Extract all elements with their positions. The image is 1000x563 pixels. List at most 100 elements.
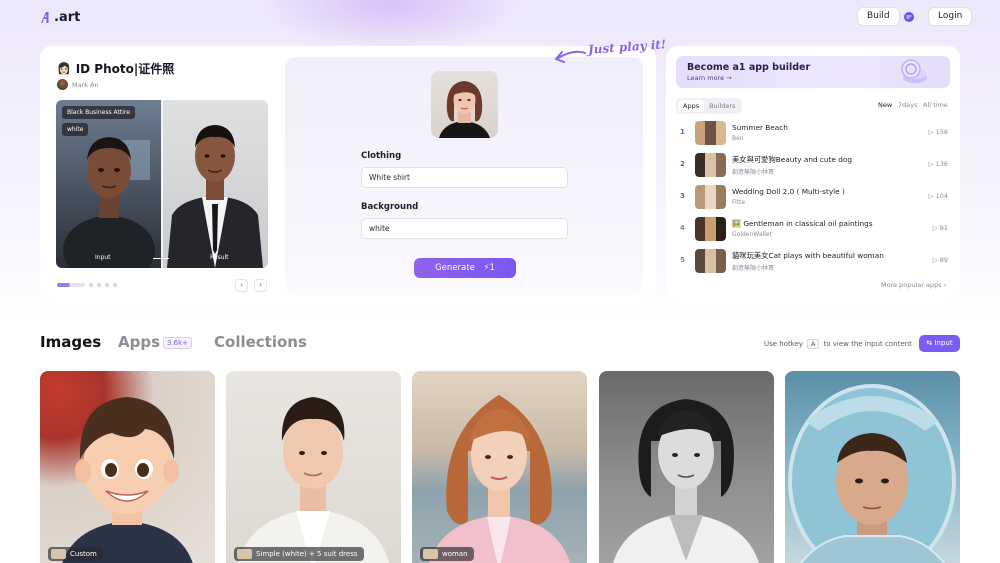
app-name: Wedding Doll 2.0 ( Multi-style ) <box>732 187 845 196</box>
run-count: ▷ 136 <box>928 160 949 168</box>
run-count: ▷ 91 <box>932 224 948 232</box>
compare-divider[interactable] <box>161 100 163 268</box>
color-tag: white <box>62 123 89 136</box>
hotkey-key: A <box>807 339 820 349</box>
login-button[interactable]: Login <box>928 7 973 26</box>
hotkey-hint: Use hotkey A to view the input content <box>764 339 912 349</box>
reference-portrait[interactable] <box>431 71 498 138</box>
rank-number: 2 <box>680 160 685 168</box>
rank-number: 3 <box>680 192 685 200</box>
carousel-dot[interactable] <box>105 283 109 287</box>
app-name: 🖼️ Gentleman in classical oil paintings <box>732 219 873 228</box>
tab-new[interactable]: New <box>878 101 892 109</box>
app-name: Summer Beach <box>732 123 788 132</box>
ranking-row[interactable]: 4 🖼️ Gentleman in classical oil painting… <box>676 216 950 244</box>
card-label: Simple (white) + 5 suit dress <box>234 547 364 561</box>
carousel-dot[interactable] <box>113 283 117 287</box>
background-label: Background <box>361 202 419 212</box>
ranking-row[interactable]: 1 Summer Beach Ben ▷ 158 <box>676 120 950 148</box>
site-logo[interactable]: .art <box>40 8 80 26</box>
astronaut-helmet-illustration <box>788 384 956 563</box>
arrow-right-icon <box>153 258 169 259</box>
author-name: Mark An <box>72 80 99 89</box>
gallery-card[interactable] <box>599 371 774 563</box>
tab-all-time[interactable]: All time <box>923 101 948 109</box>
ranking-type-tabs: Apps Builders <box>676 98 743 114</box>
author-avatar <box>57 79 68 90</box>
generate-button[interactable]: Generate ⚡1 <box>414 258 516 278</box>
app-author: Ben <box>732 135 744 142</box>
woman-portrait-illustration <box>439 81 490 138</box>
learn-more-link[interactable]: Learn more → <box>687 74 732 82</box>
carousel-dot[interactable] <box>97 283 101 287</box>
card-label: Custom <box>48 547 103 561</box>
logo-text: .art <box>54 9 81 25</box>
before-after-preview: Black Business Attire white Input Result <box>56 100 268 268</box>
app-author: GoldenWallet <box>732 231 772 238</box>
man-white-suit-illustration <box>237 397 390 563</box>
run-count: ▷ 104 <box>928 192 949 200</box>
app-name: 貓咪玩美女Cat plays with beautiful woman <box>732 251 884 260</box>
result-photo: Result <box>162 100 268 268</box>
more-popular-apps-link[interactable]: More popular apps › <box>881 281 946 289</box>
ranking-row[interactable]: 2 美女與可愛狗Beauty and cute dog 創意無限小林哥 ▷ 13… <box>676 152 950 180</box>
result-caption: Result <box>210 254 229 261</box>
boy-cartoon-illustration <box>62 397 193 563</box>
input-toggle-button[interactable]: ⇆ Input <box>919 335 960 352</box>
app-title[interactable]: 👩🏻 ID Photo|证件照 <box>57 60 174 77</box>
woman-bw-portrait-illustration <box>613 399 759 563</box>
a1-logo-icon <box>41 11 49 23</box>
gallery-card[interactable]: Custom <box>40 371 215 563</box>
swap-icon: ⇆ <box>926 339 933 347</box>
rank-number: 5 <box>680 256 685 264</box>
carousel-indicator <box>57 283 117 287</box>
background-input[interactable]: white <box>361 218 568 239</box>
clothing-label: Clothing <box>361 151 402 161</box>
run-count: ▷ 89 <box>932 256 948 264</box>
app-name: 美女與可愛狗Beauty and cute dog <box>732 155 852 164</box>
woman-pink-suit-illustration <box>429 395 570 563</box>
generate-label: Generate <box>435 263 475 273</box>
tab-apps-section[interactable]: Apps <box>118 333 160 351</box>
app-thumbnail <box>695 153 726 177</box>
app-thumbnail <box>695 121 726 145</box>
gallery-card[interactable]: Simple (white) + 5 suit dress <box>226 371 401 563</box>
tab-apps[interactable]: Apps <box>678 100 705 112</box>
carousel-dot-active[interactable] <box>57 283 85 287</box>
tab-7days[interactable]: 7days <box>898 101 917 109</box>
app-thumbnail <box>695 249 726 273</box>
tab-collections[interactable]: Collections <box>214 333 307 351</box>
tab-builders[interactable]: Builders <box>704 100 740 112</box>
banner-title: Become a1 app builder <box>687 62 811 73</box>
app-thumbnail <box>695 217 726 241</box>
run-count: ▷ 158 <box>928 128 949 136</box>
app-emoji-icon: 👩🏻 <box>57 62 71 75</box>
generate-cost: 1 <box>489 263 495 273</box>
gallery-card[interactable]: woman <box>412 371 587 563</box>
apps-count-badge: 3.6k+ <box>163 337 193 349</box>
app-title-text: ID Photo|证件照 <box>75 62 175 76</box>
gallery-card[interactable] <box>785 371 960 563</box>
result-person-illustration <box>167 125 263 268</box>
curved-arrow-icon <box>555 50 586 63</box>
clothing-input[interactable]: White shirt <box>361 167 568 188</box>
tab-images[interactable]: Images <box>40 333 101 351</box>
app-author[interactable]: Mark An <box>57 79 99 90</box>
attire-tag: Black Business Attire <box>62 106 135 119</box>
build-button[interactable]: Build <box>857 7 900 26</box>
chevron-right-icon: › <box>943 281 947 289</box>
chevron-left-icon[interactable]: ‹ <box>235 279 248 292</box>
ranking-row[interactable]: 3 Wedding Doll 2.0 ( Multi-style ) Fitte… <box>676 184 950 212</box>
coins-icon <box>901 59 927 83</box>
rank-number: 4 <box>680 224 685 232</box>
carousel-dot[interactable] <box>89 283 93 287</box>
card-label: woman <box>420 547 474 561</box>
app-author: 創意無限小林哥 <box>732 265 775 272</box>
app-author: 創意無限小林哥 <box>732 169 775 176</box>
chat-bubble-icon[interactable] <box>903 11 915 23</box>
app-author: Fitte <box>732 199 746 206</box>
rank-number: 1 <box>680 128 685 136</box>
input-caption: Input <box>95 254 111 261</box>
ranking-row[interactable]: 5 貓咪玩美女Cat plays with beautiful woman 創意… <box>676 248 950 276</box>
chevron-right-icon[interactable]: › <box>254 279 267 292</box>
